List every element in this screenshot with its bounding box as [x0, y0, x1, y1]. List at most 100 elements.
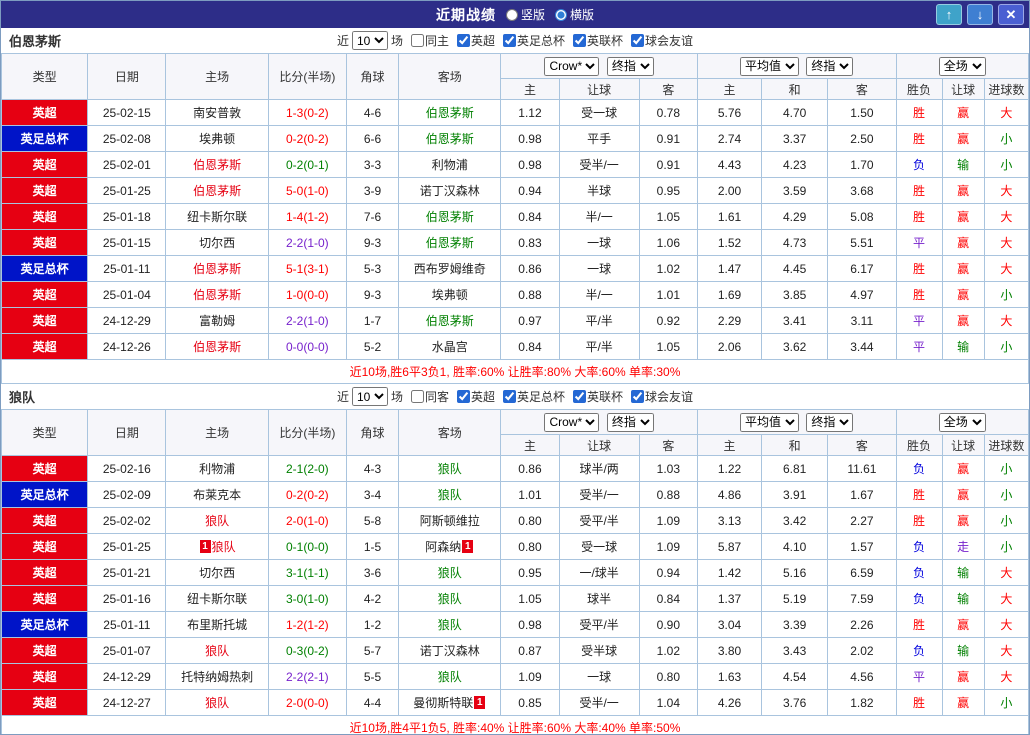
team-name-text: 伯恩茅斯	[193, 262, 242, 276]
asia-stage-select[interactable]: 终指	[606, 412, 654, 432]
scroll-up-button[interactable]: ↑	[936, 4, 962, 25]
euro-away-odds: 3.68	[827, 177, 897, 204]
scroll-down-button[interactable]: ↓	[967, 4, 993, 25]
scope-group-header: 全场	[895, 53, 1029, 79]
match-date: 24-12-26	[87, 333, 167, 360]
team-name-text: 阿斯顿维拉	[419, 514, 480, 528]
team-name-text: 伯恩茅斯	[425, 314, 474, 328]
same-venue-filter[interactable]: 同主	[406, 32, 449, 49]
league-friendly-checkbox[interactable]	[631, 34, 645, 47]
league-epl-checkbox[interactable]	[456, 34, 470, 47]
result-outcome: 负	[895, 637, 943, 664]
layout-vertical-label: 竖版	[520, 8, 545, 22]
euro-home-odds: 2.29	[696, 307, 763, 334]
euro-home-odds: 2.06	[696, 333, 763, 360]
panel-title: 近期战绩	[435, 6, 496, 23]
asia-away-odds: 0.95	[638, 177, 698, 204]
same-venue-checkbox[interactable]	[410, 390, 424, 403]
layout-horizontal-option[interactable]: 横版	[555, 6, 594, 23]
league-filter-epl[interactable]: 英超	[452, 32, 495, 49]
asia-handicap: 受一球	[558, 533, 640, 560]
bookmaker-select[interactable]: Crow*	[544, 412, 600, 432]
euro-away-odds: 7.59	[827, 585, 897, 612]
layout-horizontal-radio[interactable]	[555, 8, 567, 21]
league-facup-checkbox[interactable]	[503, 390, 516, 403]
result-outcome: 胜	[895, 255, 943, 282]
euro-home-odds: 1.22	[696, 455, 763, 482]
euro-avg-select[interactable]: 平均值	[740, 56, 800, 76]
result-handicap: 赢	[941, 203, 985, 230]
up-arrow-icon: ↑	[945, 7, 953, 22]
corner-count: 5-2	[345, 333, 400, 360]
same-venue-checkbox[interactable]	[410, 34, 424, 47]
league-friendly-checkbox[interactable]	[631, 390, 645, 403]
euro-stage-select[interactable]: 终指	[806, 412, 854, 432]
scope-select[interactable]: 全场	[938, 412, 986, 432]
league-filter-eflcup[interactable]: 英联杯	[568, 388, 623, 405]
match-score: 0-3(0-2)	[267, 637, 347, 664]
close-button[interactable]: ✕	[998, 4, 1024, 25]
league-facup-checkbox[interactable]	[503, 34, 516, 47]
layout-vertical-option[interactable]: 竖版	[505, 6, 545, 23]
rounds-select[interactable]: 10	[351, 387, 388, 406]
match-row: 英超 25-01-04 伯恩茅斯 1-0(0-0) 9-3 埃弗顿 0.88 半/一 1.01 1…	[1, 281, 1029, 308]
result-outcome: 负	[895, 455, 943, 482]
asia-stage-select[interactable]: 终指	[606, 56, 654, 76]
match-score: 0-1(0-0)	[267, 533, 347, 560]
team-name-text: 利物浦	[199, 462, 236, 476]
result-goals: 小	[983, 481, 1029, 508]
corner-count: 4-2	[345, 585, 400, 612]
result-outcome: 负	[895, 151, 943, 178]
euro-home-odds: 1.42	[696, 559, 763, 586]
league-filter-epl[interactable]: 英超	[452, 388, 495, 405]
team-name-text: 曼彻斯特联	[413, 696, 474, 710]
bookmaker-select[interactable]: Crow*	[544, 56, 600, 76]
same-venue-filter[interactable]: 同客	[406, 388, 449, 405]
layout-vertical-radio[interactable]	[505, 8, 518, 21]
result-goals: 大	[983, 177, 1029, 204]
euro-avg-select[interactable]: 平均值	[740, 412, 800, 432]
asia-away-odds: 1.02	[638, 637, 698, 664]
result-outcome: 胜	[895, 281, 943, 308]
team-name-text: 狼队	[205, 644, 230, 658]
result-outcome: 平	[895, 307, 943, 334]
asia-odds-group-header: Crow* 终指	[500, 409, 698, 435]
match-date: 25-01-11	[87, 611, 167, 638]
match-score: 1-4(1-2)	[267, 203, 347, 230]
asia-away-odds: 0.88	[638, 481, 698, 508]
euro-home-odds: 2.00	[696, 177, 763, 204]
league-eflcup-checkbox[interactable]	[573, 390, 587, 403]
match-row: 英超 25-01-21 切尔西 3-1(1-1) 3-6 狼队 0.95 一/球半 0.94 1.…	[1, 559, 1029, 586]
league-epl-checkbox[interactable]	[456, 390, 470, 403]
matches-tbody-1: 英超 25-02-16 利物浦 2-1(2-0) 4-3 狼队 0.86 球半/两 1.03 1.…	[1, 455, 1029, 716]
match-row: 英超 25-01-18 纽卡斯尔联 1-4(1-2) 7-6 伯恩茅斯 0.84 半/一 1.0…	[1, 203, 1029, 230]
team-name-text: 狼队	[205, 696, 230, 710]
asia-away-col: 客	[638, 434, 698, 456]
away-team: 曼彻斯特联 1	[398, 689, 502, 716]
euro-odds-group-header: 平均值 终指	[696, 409, 897, 435]
away-team: 狼队	[398, 481, 502, 508]
team-name-text: 切尔西	[199, 236, 236, 250]
league-filter-friendly[interactable]: 球会友谊	[626, 388, 693, 405]
match-date: 25-01-21	[87, 559, 167, 586]
table-header-selects-row: 类型 日期 主场 比分(半场) 角球 客场 Crow* 终指 平均值 终指 全场	[1, 53, 1029, 100]
league-filter-facup[interactable]: 英足总杯	[498, 32, 565, 49]
rounds-select[interactable]: 10	[351, 31, 388, 50]
scope-select[interactable]: 全场	[938, 56, 986, 76]
team-name-text: 阿森纳	[425, 540, 462, 554]
corner-count: 5-7	[345, 637, 400, 664]
euro-away-odds: 11.61	[827, 455, 897, 482]
col-header-type: 类型	[1, 409, 89, 456]
league-filter-facup[interactable]: 英足总杯	[498, 388, 565, 405]
league-eflcup-checkbox[interactable]	[573, 34, 587, 47]
euro-home-odds: 1.47	[696, 255, 763, 282]
league-badge: 英超	[1, 151, 89, 178]
euro-draw-odds: 4.45	[761, 255, 829, 282]
euro-home-odds: 2.74	[696, 125, 763, 152]
team-name-text: 伯恩茅斯	[425, 132, 474, 146]
team-name-text: 利物浦	[431, 158, 468, 172]
league-filter-eflcup[interactable]: 英联杯	[568, 32, 623, 49]
euro-stage-select[interactable]: 终指	[806, 56, 854, 76]
away-team: 西布罗姆维奇	[398, 255, 502, 282]
league-filter-friendly[interactable]: 球会友谊	[626, 32, 693, 49]
